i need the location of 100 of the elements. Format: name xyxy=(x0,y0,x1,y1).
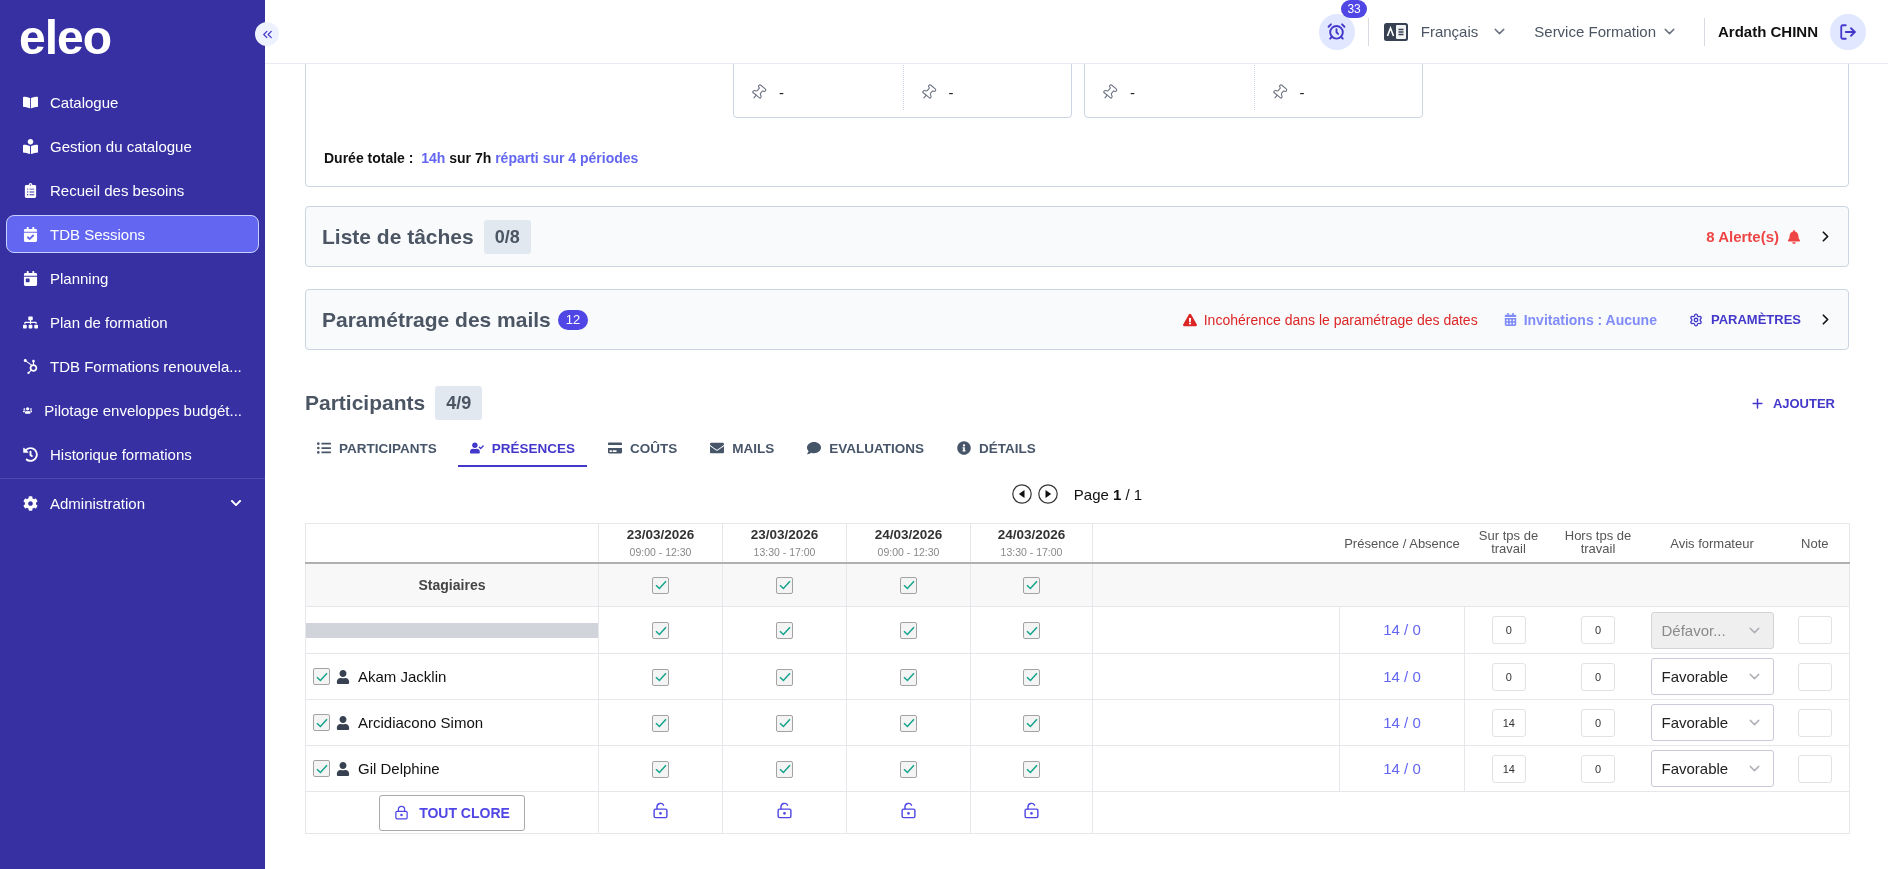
presence-value: 14 / 0 xyxy=(1383,621,1421,638)
service-select[interactable]: Service Formation xyxy=(1534,23,1678,40)
tick-icon xyxy=(1025,764,1038,775)
sidebar-item[interactable]: Catalogue xyxy=(6,83,259,121)
checkbox[interactable] xyxy=(776,668,793,686)
checkbox[interactable] xyxy=(313,714,330,731)
logout-button[interactable] xyxy=(1830,13,1866,50)
tab[interactable]: PRÉSENCES xyxy=(457,431,588,467)
unlocked-padlock-icon[interactable] xyxy=(900,802,917,819)
checkbox[interactable] xyxy=(1023,760,1040,778)
location-text: - xyxy=(779,84,784,101)
tick-icon xyxy=(315,671,328,682)
checkbox[interactable] xyxy=(652,622,669,640)
tab[interactable]: DÉTAILS xyxy=(945,431,1048,467)
note-field[interactable] xyxy=(1797,754,1832,783)
column-header: Avis formateur xyxy=(1670,536,1754,550)
number-field[interactable]: 0 xyxy=(1491,616,1526,644)
checkbox[interactable] xyxy=(776,760,793,778)
sidebar-item[interactable]: Gestion du catalogue xyxy=(6,127,259,165)
checkbox[interactable] xyxy=(900,760,917,778)
person-icon xyxy=(336,715,350,730)
unlocked-padlock-icon[interactable] xyxy=(652,802,669,819)
number-field[interactable]: 0 xyxy=(1581,662,1615,691)
checkbox[interactable] xyxy=(776,576,793,594)
tick-icon xyxy=(902,580,915,591)
unlocked-padlock-icon[interactable] xyxy=(1023,802,1040,819)
envelope-icon xyxy=(710,441,725,455)
group-label: Stagiaires xyxy=(418,576,486,593)
sidebar-item[interactable]: Historique formations xyxy=(6,435,259,473)
tab[interactable]: EVALUATIONS xyxy=(795,431,937,467)
sidebar-item[interactable]: Plan de formation xyxy=(6,303,259,341)
note-field[interactable] xyxy=(1797,708,1832,737)
panel-title: Paramétrage des mails xyxy=(322,307,551,332)
note-field[interactable] xyxy=(1797,616,1832,644)
person-icon xyxy=(336,669,350,684)
tab[interactable]: PARTICIPANTS xyxy=(305,431,449,467)
opinion-select[interactable]: Favorable xyxy=(1650,658,1774,695)
date-label: 23/03/2026 xyxy=(749,527,820,543)
checkbox[interactable] xyxy=(313,668,330,685)
sidebar-item[interactable]: Administration xyxy=(6,484,259,522)
collapse-button[interactable] xyxy=(255,22,279,46)
list-icon xyxy=(317,441,331,455)
checkbox[interactable] xyxy=(776,714,793,732)
tick-icon xyxy=(778,580,791,591)
next-page-icon[interactable] xyxy=(1037,484,1058,504)
number-field[interactable]: 14 xyxy=(1491,754,1526,783)
count-badge: 12 xyxy=(557,309,589,330)
sidebar-item[interactable]: Planning xyxy=(6,259,259,297)
presence-value: 14 / 0 xyxy=(1383,759,1421,777)
count-badge: 0/8 xyxy=(483,219,531,254)
checkbox[interactable] xyxy=(1023,668,1040,686)
tick-icon xyxy=(1025,718,1038,729)
location-text: - xyxy=(1130,84,1135,101)
checkbox[interactable] xyxy=(652,760,669,778)
number-field[interactable]: 0 xyxy=(1581,708,1615,737)
notification-badge: 33 xyxy=(1341,0,1367,18)
count-badge: 4/9 xyxy=(435,386,483,420)
number-field[interactable]: 0 xyxy=(1491,662,1526,691)
participant-name: Gil Delphine xyxy=(358,760,440,777)
warning-icon xyxy=(1182,312,1197,327)
number-field[interactable]: 14 xyxy=(1491,708,1526,737)
tab[interactable]: MAILS xyxy=(698,431,787,467)
add-button[interactable]: AJOUTER xyxy=(1749,395,1835,411)
checkbox[interactable] xyxy=(652,576,669,594)
language-select[interactable]: Français xyxy=(1383,22,1509,41)
sidebar-item[interactable]: TDB Formations renouvela... xyxy=(6,347,259,385)
location-text: - xyxy=(948,84,954,101)
checkbox[interactable] xyxy=(900,576,917,594)
checkbox[interactable] xyxy=(776,622,793,640)
checkbox[interactable] xyxy=(900,714,917,732)
checkbox[interactable] xyxy=(652,714,669,732)
column-header: Note xyxy=(1801,536,1829,550)
checkbox[interactable] xyxy=(1023,576,1040,594)
tab[interactable]: COÛTS xyxy=(596,431,690,467)
unlocked-padlock-icon[interactable] xyxy=(776,802,793,819)
sidebar-item[interactable]: Pilotage enveloppes budgét... xyxy=(6,391,259,429)
alarm-button[interactable] xyxy=(1318,13,1355,50)
network-icon xyxy=(23,358,38,374)
checkbox[interactable] xyxy=(313,760,330,777)
checkbox[interactable] xyxy=(1023,714,1040,732)
sidebar-item[interactable]: TDB Sessions xyxy=(6,215,259,253)
close-all-button[interactable]: TOUT CLORE xyxy=(379,794,525,831)
number-field[interactable]: 0 xyxy=(1581,754,1615,783)
previous-page-icon[interactable] xyxy=(1011,484,1032,504)
opinion-select[interactable]: Favorable xyxy=(1650,704,1774,741)
checkbox[interactable] xyxy=(652,668,669,686)
opinion-select[interactable]: Favorable xyxy=(1650,750,1774,787)
task-list-panel[interactable]: Liste de tâches 0/8 8 Alerte(s) xyxy=(305,206,1849,267)
note-field[interactable] xyxy=(1797,662,1832,691)
plus-icon xyxy=(1749,395,1765,411)
checkbox[interactable] xyxy=(1023,622,1040,640)
settings-button[interactable]: PARAMÈTRES xyxy=(1688,312,1801,327)
sidebar-item[interactable]: Recueil des besoins xyxy=(6,171,259,209)
panel-title: Liste de tâches xyxy=(322,224,474,249)
checkbox[interactable] xyxy=(900,622,917,640)
mail-settings-panel[interactable]: Paramétrage des mails 12 Incohérence dans le paramétrage des dates Invitations : Aucune PARAMÈTRES xyxy=(305,289,1849,350)
clipboard-icon xyxy=(23,182,38,198)
checkbox[interactable] xyxy=(900,668,917,686)
number-field[interactable]: 0 xyxy=(1581,616,1615,644)
column-header: Sur tps de travail xyxy=(1477,528,1540,555)
